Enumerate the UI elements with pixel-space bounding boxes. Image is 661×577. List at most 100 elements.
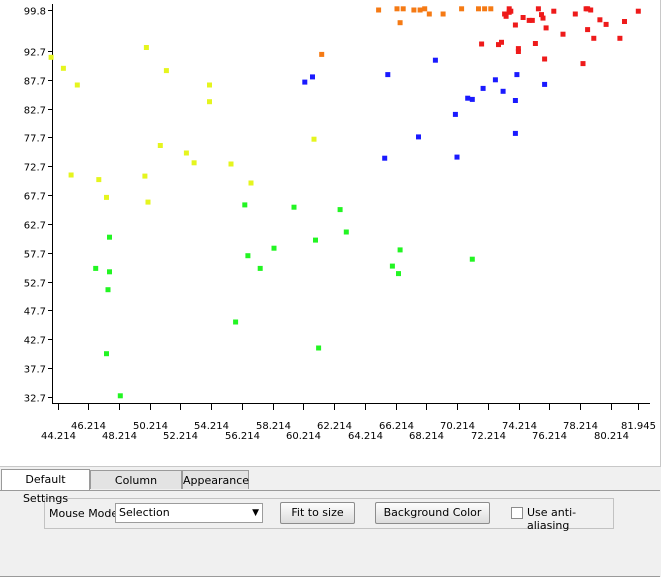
settings-panel: Mouse Mode Selection ▼ Fit to size Backg…	[0, 490, 660, 577]
data-point	[316, 345, 322, 351]
data-point	[411, 7, 417, 13]
data-point	[311, 136, 317, 142]
data-point	[145, 199, 151, 205]
x-tick-label: 62.214	[317, 421, 352, 432]
data-point	[107, 269, 112, 275]
y-tick-label: 57.7	[24, 250, 46, 261]
data-point	[572, 11, 578, 17]
data-point	[440, 11, 446, 17]
data-point	[585, 27, 591, 33]
x-axis-ticks: 44.214 48.214 52.214 56.214 60.214 64.214 68.2…	[41, 403, 656, 442]
controls-group: Mouse Mode Selection ▼ Fit to size Backg…	[44, 498, 614, 532]
data-point	[233, 319, 239, 325]
data-point	[68, 172, 74, 178]
y-tick-label: 92.7	[24, 48, 46, 59]
x-tick-label: 78.214	[563, 421, 598, 432]
data-point	[157, 143, 163, 148]
data-point	[389, 263, 395, 269]
data-point	[452, 111, 458, 117]
data-point	[469, 96, 475, 102]
tab-appearance[interactable]: Appearance	[182, 470, 249, 489]
y-tick-label: 32.7	[24, 394, 46, 405]
x-tick-label: 70.214	[440, 421, 475, 432]
y-axis-ticks: 99.8 92.7 87.7 82.7 77.7 72.7 67.7 62.7 57.7 52.7…	[24, 7, 52, 405]
data-point	[397, 20, 403, 26]
data-point	[560, 31, 566, 37]
mouse-mode-value: Selection	[119, 506, 170, 519]
data-point	[482, 6, 488, 12]
chevron-down-icon: ▼	[252, 508, 259, 518]
y-tick-label: 47.7	[24, 307, 46, 318]
data-point	[469, 256, 475, 262]
data-point	[104, 194, 109, 200]
x-tick-label: 56.214	[225, 431, 260, 442]
x-tick-label: 66.214	[379, 421, 414, 432]
data-point	[117, 393, 123, 399]
x-tick-label: 80.214	[594, 431, 629, 442]
x-tick-label: 44.214	[41, 431, 76, 442]
data-point	[242, 202, 248, 208]
y-tick-label: 72.7	[24, 163, 46, 174]
anti-aliasing-checkbox[interactable]	[511, 507, 523, 519]
data-point	[96, 177, 102, 183]
data-point	[635, 8, 641, 14]
y-tick-label: 82.7	[24, 106, 46, 117]
y-tick-label: 67.7	[24, 192, 46, 203]
data-point	[337, 207, 343, 213]
x-tick-label: 54.214	[194, 421, 229, 432]
scatter-plot[interactable]: 99.8 92.7 87.7 82.7 77.7 72.7 67.7 62.7 57.7 52.7…	[0, 0, 660, 466]
data-point	[191, 160, 197, 166]
data-point	[310, 74, 315, 80]
x-tick-label: 46.214	[71, 421, 106, 432]
data-point	[603, 21, 609, 27]
data-point	[591, 35, 597, 41]
mouse-mode-label: Mouse Mode	[49, 507, 119, 520]
data-point	[143, 45, 149, 50]
data-point	[426, 11, 432, 17]
data-point	[385, 72, 391, 78]
data-point	[302, 79, 308, 85]
data-point	[396, 271, 401, 277]
data-point	[248, 180, 254, 186]
data-point	[183, 150, 189, 156]
fit-to-size-button[interactable]: Fit to size	[280, 502, 355, 524]
data-point	[271, 245, 277, 251]
data-point	[500, 88, 506, 94]
data-point	[105, 287, 111, 293]
data-point	[416, 134, 421, 140]
data-point	[417, 7, 423, 13]
data-point	[480, 85, 486, 91]
data-point	[515, 46, 521, 52]
x-tick-label: 50.214	[133, 421, 168, 432]
data-point	[432, 57, 438, 63]
data-points	[48, 6, 641, 399]
data-point	[540, 15, 546, 21]
data-point	[492, 77, 498, 83]
tab-column-selection[interactable]: Column Selection	[90, 470, 182, 506]
data-point	[107, 234, 112, 240]
x-tick-label: 52.214	[163, 431, 198, 442]
data-point	[488, 6, 494, 12]
data-point	[228, 161, 234, 167]
data-point	[313, 237, 318, 243]
x-tick-label: 81.945	[621, 421, 656, 432]
data-point	[499, 39, 504, 45]
y-tick-label: 99.8	[24, 7, 46, 18]
x-tick-label: 76.214	[532, 431, 567, 442]
tab-default-settings[interactable]: Default Settings	[1, 469, 90, 505]
scatter-plot-panel[interactable]: 99.8 92.7 87.7 82.7 77.7 72.7 67.7 62.7 57.7 52.7…	[0, 0, 661, 467]
data-point	[512, 22, 518, 28]
y-tick-label: 42.7	[24, 336, 46, 347]
data-point	[476, 6, 481, 12]
x-tick-label: 58.214	[256, 421, 291, 432]
data-point	[48, 54, 54, 60]
data-point	[622, 19, 627, 24]
anti-aliasing-label: Use anti-aliasing	[527, 506, 577, 532]
background-color-button[interactable]: Background Color	[375, 502, 490, 524]
data-point	[597, 17, 603, 23]
data-point	[93, 265, 99, 271]
mouse-mode-select[interactable]: Selection ▼	[115, 503, 263, 523]
data-point	[245, 253, 251, 259]
data-point	[142, 173, 148, 179]
y-tick-label: 52.7	[24, 279, 46, 290]
